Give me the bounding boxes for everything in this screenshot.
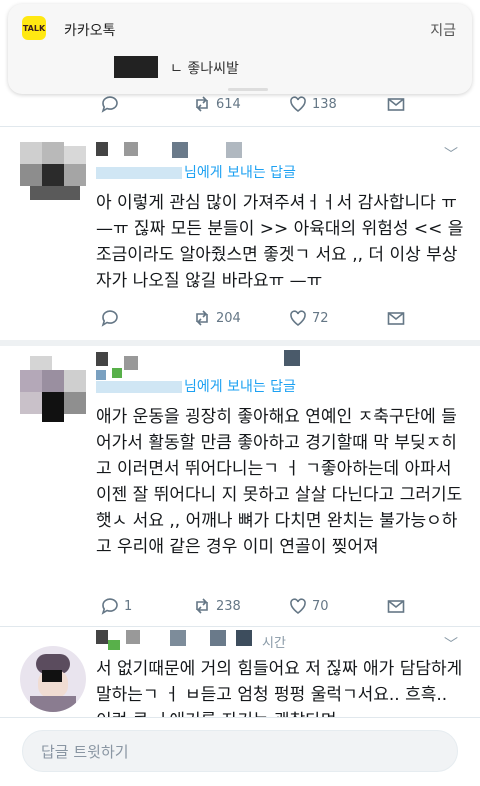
envelope-icon (387, 600, 405, 613)
tweet2-reply-count: 1 (124, 598, 133, 614)
tweet0-like-button[interactable]: 138 (288, 92, 337, 116)
tweet2-like-count: 70 (312, 598, 329, 614)
tweet0-like-count: 138 (312, 96, 337, 112)
heart-icon (290, 598, 306, 614)
retweet-icon (196, 598, 208, 614)
tweet2-dm-button[interactable] (386, 594, 406, 618)
kakaotalk-app-icon: TALK (22, 16, 46, 40)
tweet3-avatar[interactable] (20, 646, 86, 712)
tweet2-avatar-censored[interactable] (20, 356, 86, 422)
tweet1-retweet-count: 204 (216, 310, 241, 326)
censor-block (172, 142, 188, 158)
tweet3-menu-chevron-icon[interactable]: ﹀ (444, 634, 458, 654)
tweet1-action-bar: 204 72 (0, 306, 480, 330)
tweet0-dm-button[interactable] (386, 92, 406, 116)
heart-icon (290, 96, 306, 112)
censor-block (284, 350, 300, 366)
envelope-icon (387, 312, 405, 325)
notification-drag-handle[interactable] (228, 88, 268, 91)
censor-block (226, 142, 242, 158)
censor-block (108, 640, 120, 650)
envelope-icon (387, 98, 405, 111)
reply-tweet-input[interactable]: 답글 트윗하기 (22, 730, 458, 772)
tweet1-menu-chevron-icon[interactable]: ﹀ (444, 144, 458, 164)
tweet1-reply-to: 님에게 보내는 답글 (96, 162, 296, 182)
notification-message: ㄴ 좋나씨발 (170, 61, 239, 77)
tweet1-like-button[interactable]: 72 (288, 306, 329, 330)
censor-block (126, 630, 140, 644)
censor-block (210, 630, 226, 646)
tweet2-reply-to: 님에게 보내는 답글 (96, 376, 296, 396)
reply-icon (101, 598, 118, 615)
tweet2-action-bar: 1 238 70 (0, 594, 480, 618)
censored-username (96, 167, 182, 179)
censored-sender-block (114, 56, 158, 78)
censor-block (170, 630, 186, 646)
tweet1-reply-button[interactable] (100, 306, 120, 330)
tweet2-text: 애가 운동을 굉장히 좋아해요 연예인 ㅈ축구단에 들어가서 활동할 만큼 좋아… (96, 407, 463, 557)
censor-block (96, 352, 108, 366)
tweet1-avatar-censored[interactable] (20, 142, 86, 208)
tweet2-retweet-count: 238 (216, 598, 241, 614)
divider (0, 626, 480, 627)
tweet2-retweet-button[interactable]: 238 (192, 594, 241, 618)
heart-icon (290, 310, 306, 326)
tweet1-text: 아 이렇게 관심 많이 가져주셔ㅓㅓ서 감사합니다 ㅠ—ㅠ 짆짜 모든 분들이 … (96, 193, 469, 291)
tweet3-time: 시간 (262, 636, 286, 651)
tweet1-dm-button[interactable] (386, 306, 406, 330)
tweet-thread-screen: TALK 카카오톡 지금 ㄴ 좋나씨발 614 138 ﹀ 님에게 보내는 답글… (0, 0, 480, 786)
tweet3-text: 서 없기때문에 거의 힘들어요 저 짆짜 애가 담담하게 말하는ㄱ ㅓ ㅂ듣고 … (96, 659, 463, 718)
tweet1-like-count: 72 (312, 310, 329, 326)
tweet2-reply-button[interactable]: 1 (100, 594, 132, 618)
tweet0-retweet-count: 614 (216, 96, 241, 112)
tweet0-retweet-button[interactable]: 614 (192, 92, 241, 116)
censor-block (96, 630, 108, 644)
tweet0-reply-button[interactable] (100, 92, 120, 116)
censored-username (96, 381, 182, 393)
censor-block (96, 142, 108, 156)
reply-icon (101, 96, 118, 113)
reply-compose-bar: 답글 트윗하기 (0, 717, 480, 786)
retweet-icon (196, 310, 208, 326)
tweet0-action-bar: 614 138 (0, 92, 480, 116)
tweet1-retweet-button[interactable]: 204 (192, 306, 241, 330)
notification-time: 지금 (430, 23, 456, 39)
reply-icon (101, 310, 118, 327)
tweet2-like-button[interactable]: 70 (288, 594, 329, 618)
retweet-icon (196, 96, 208, 112)
censor-block (124, 142, 138, 156)
divider (0, 340, 480, 346)
censor-block (124, 356, 138, 370)
kakaotalk-notification[interactable]: TALK 카카오톡 지금 ㄴ 좋나씨발 (8, 4, 472, 94)
censor-block (236, 630, 252, 646)
divider (0, 126, 480, 127)
notification-app-name: 카카오톡 (64, 23, 116, 39)
